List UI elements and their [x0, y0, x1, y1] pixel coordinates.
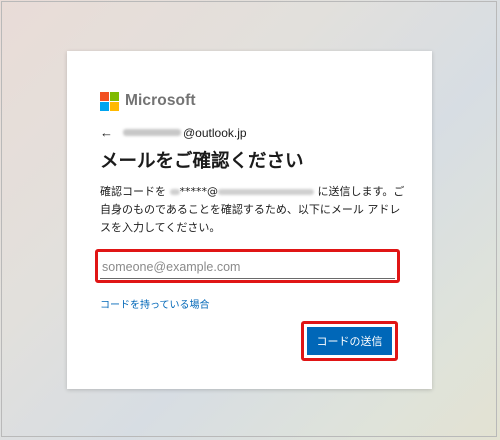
redacted-email-part	[169, 189, 180, 195]
identity-row: ← @outlook.jp	[100, 125, 247, 140]
logo-blue-square	[100, 101, 109, 111]
email-input[interactable]	[100, 255, 395, 279]
logo-red-square	[100, 91, 109, 101]
microsoft-logo-icon	[100, 91, 119, 111]
description-masked: *****@	[179, 185, 219, 198]
page-title: メールをご確認ください	[100, 151, 304, 172]
identity-email-domain: @outlook.jp	[183, 125, 247, 140]
logo-text: Microsoft	[125, 92, 196, 109]
logo-yellow-square	[110, 101, 119, 111]
have-code-link[interactable]: コードを持っている場合	[100, 296, 210, 311]
description-prefix: 確認コードを	[100, 185, 170, 198]
back-arrow-icon[interactable]: ←	[100, 125, 113, 140]
redacted-username	[123, 129, 181, 136]
redacted-email-domain	[218, 189, 314, 195]
send-code-button[interactable]: コードの送信	[307, 327, 392, 355]
microsoft-logo: Microsoft	[100, 91, 196, 111]
logo-green-square	[110, 91, 119, 101]
description-text: 確認コードを *****@ に送信します。ご自身のものであることを確認するため、…	[100, 183, 405, 237]
sign-in-card: Microsoft ← @outlook.jp メールをご確認ください 確認コー…	[67, 51, 432, 389]
